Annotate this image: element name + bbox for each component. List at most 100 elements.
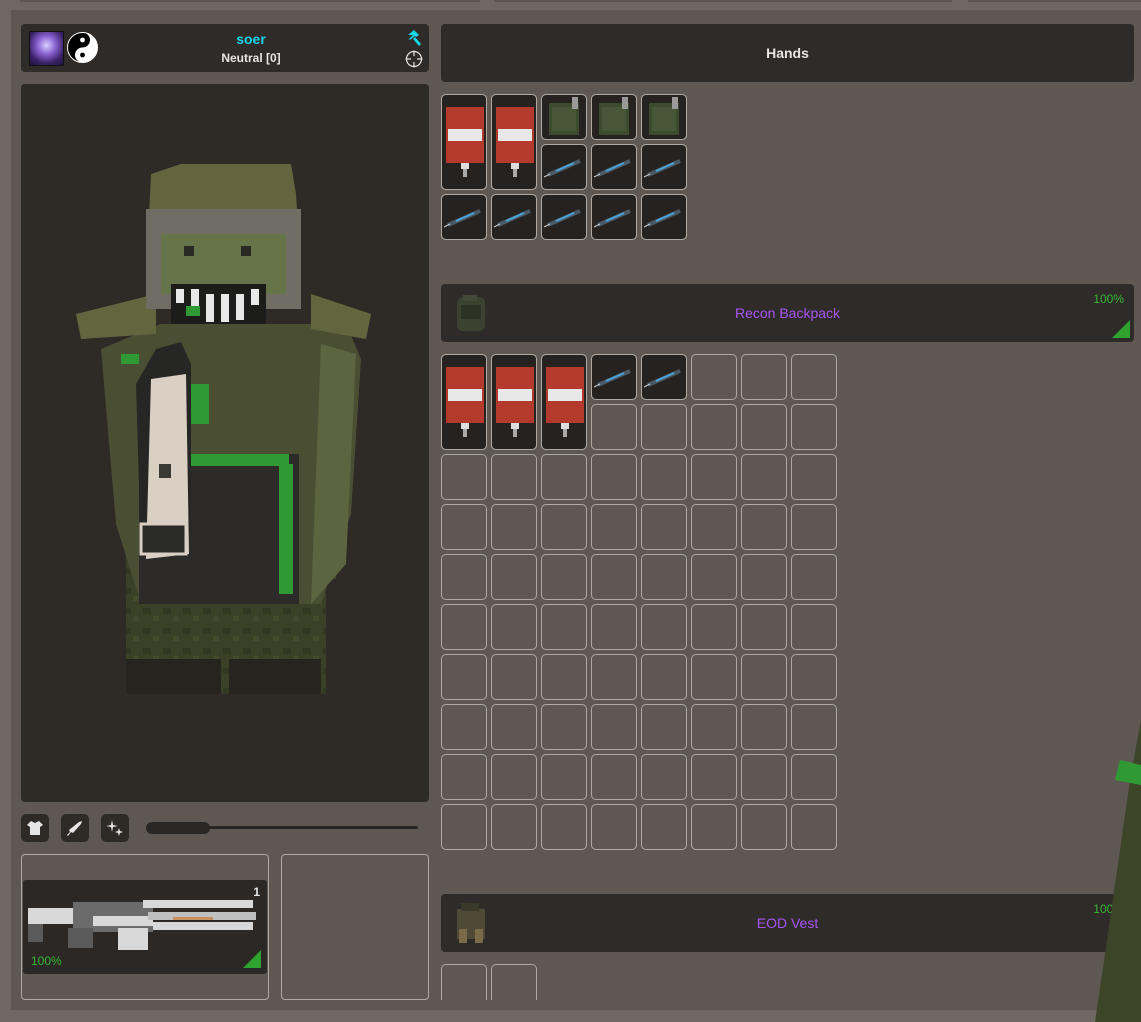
- inventory-slot[interactable]: [741, 804, 787, 850]
- inventory-slot[interactable]: [541, 804, 587, 850]
- crosshair-icon[interactable]: [405, 50, 423, 68]
- inventory-slot[interactable]: [441, 804, 487, 850]
- inventory-slot[interactable]: [741, 504, 787, 550]
- inventory-slot[interactable]: [691, 804, 737, 850]
- inventory-slot[interactable]: [591, 654, 637, 700]
- inventory-slot[interactable]: [491, 604, 537, 650]
- inventory-slot[interactable]: [691, 654, 737, 700]
- syringe-item[interactable]: [591, 194, 637, 240]
- inventory-slot[interactable]: [491, 804, 537, 850]
- inventory-slot[interactable]: [491, 654, 537, 700]
- inventory-slot[interactable]: [791, 804, 837, 850]
- inventory-slot[interactable]: [791, 504, 837, 550]
- inventory-slot[interactable]: [691, 554, 737, 600]
- vest-header[interactable]: EOD Vest 100%: [441, 894, 1134, 952]
- inventory-slot[interactable]: [541, 604, 587, 650]
- inventory-slot[interactable]: [491, 554, 537, 600]
- inventory-slot[interactable]: [691, 404, 737, 450]
- inventory-slot[interactable]: [441, 504, 487, 550]
- inventory-slot[interactable]: [591, 504, 637, 550]
- weapon-tab-button[interactable]: [61, 814, 89, 842]
- inventory-slot[interactable]: [491, 454, 537, 500]
- inventory-slot[interactable]: [491, 504, 537, 550]
- inventory-slot[interactable]: [491, 704, 537, 750]
- inventory-slot[interactable]: [441, 604, 487, 650]
- inventory-slot[interactable]: [541, 704, 587, 750]
- bloodbag-item[interactable]: [441, 94, 487, 190]
- inventory-slot[interactable]: [641, 704, 687, 750]
- inventory-slot[interactable]: [641, 804, 687, 850]
- inventory-slot[interactable]: [641, 404, 687, 450]
- inventory-slot[interactable]: [541, 754, 587, 800]
- bloodbag-item[interactable]: [541, 354, 587, 450]
- inventory-slot[interactable]: [441, 704, 487, 750]
- inventory-slot[interactable]: [741, 654, 787, 700]
- inventory-slot[interactable]: [441, 554, 487, 600]
- inventory-slot[interactable]: [691, 354, 737, 400]
- inventory-slot[interactable]: [541, 554, 587, 600]
- backpack-header[interactable]: Recon Backpack 100%: [441, 284, 1134, 342]
- inventory-slot[interactable]: [791, 654, 837, 700]
- ammo-pouch-item[interactable]: [541, 94, 587, 140]
- hammer-icon[interactable]: [405, 29, 423, 47]
- bloodbag-item[interactable]: [491, 354, 537, 450]
- inventory-slot[interactable]: [741, 754, 787, 800]
- inventory-slot[interactable]: [591, 754, 637, 800]
- inventory-slot[interactable]: [791, 704, 837, 750]
- zoom-slider-thumb[interactable]: [146, 822, 211, 834]
- bloodbag-item[interactable]: [491, 94, 537, 190]
- inventory-slot[interactable]: [641, 754, 687, 800]
- inventory-slot[interactable]: [791, 454, 837, 500]
- inventory-slot[interactable]: [691, 504, 737, 550]
- inventory-slot[interactable]: [441, 654, 487, 700]
- inventory-slot[interactable]: [741, 454, 787, 500]
- inventory-slot[interactable]: [741, 354, 787, 400]
- ammo-pouch-item[interactable]: [591, 94, 637, 140]
- inventory-slot[interactable]: [791, 354, 837, 400]
- inventory-slot[interactable]: [591, 804, 637, 850]
- inventory-slot[interactable]: [641, 454, 687, 500]
- inventory-slot[interactable]: [691, 454, 737, 500]
- inventory-slot[interactable]: [741, 404, 787, 450]
- inventory-slot[interactable]: [691, 604, 737, 650]
- syringe-item[interactable]: [541, 194, 587, 240]
- inventory-slot[interactable]: [641, 504, 687, 550]
- inventory-slot[interactable]: [791, 554, 837, 600]
- character-preview[interactable]: [21, 84, 429, 802]
- syringe-item[interactable]: [641, 144, 687, 190]
- inventory-slot[interactable]: [791, 754, 837, 800]
- syringe-item[interactable]: [591, 144, 637, 190]
- inventory-slot[interactable]: [591, 704, 637, 750]
- inventory-slot[interactable]: [791, 604, 837, 650]
- inventory-slot[interactable]: [541, 654, 587, 700]
- inventory-slot[interactable]: [791, 404, 837, 450]
- avatar[interactable]: [29, 31, 64, 66]
- ammo-pouch-item[interactable]: [641, 94, 687, 140]
- weapon-item[interactable]: 1 100%: [23, 880, 267, 974]
- inventory-slot[interactable]: [741, 554, 787, 600]
- inventory-slot[interactable]: [591, 404, 637, 450]
- secondary-weapon-slot[interactable]: [281, 854, 429, 1000]
- inventory-slot[interactable]: [541, 454, 587, 500]
- inventory-slot[interactable]: [491, 964, 537, 1000]
- syringe-item[interactable]: [641, 194, 687, 240]
- inventory-slot[interactable]: [441, 754, 487, 800]
- zoom-slider[interactable]: [140, 822, 420, 834]
- inventory-slot[interactable]: [491, 754, 537, 800]
- syringe-item[interactable]: [591, 354, 637, 400]
- inventory-slot[interactable]: [541, 504, 587, 550]
- inventory-slot[interactable]: [441, 964, 487, 1000]
- inventory-slot[interactable]: [591, 454, 637, 500]
- inventory-slot[interactable]: [641, 604, 687, 650]
- syringe-item[interactable]: [441, 194, 487, 240]
- bloodbag-item[interactable]: [441, 354, 487, 450]
- inventory-slot[interactable]: [591, 604, 637, 650]
- inventory-slot[interactable]: [641, 654, 687, 700]
- inventory-slot[interactable]: [691, 754, 737, 800]
- skills-tab-button[interactable]: [101, 814, 129, 842]
- inventory-slot[interactable]: [641, 554, 687, 600]
- inventory-slot[interactable]: [441, 454, 487, 500]
- inventory-slot[interactable]: [741, 604, 787, 650]
- syringe-item[interactable]: [491, 194, 537, 240]
- inventory-slot[interactable]: [691, 704, 737, 750]
